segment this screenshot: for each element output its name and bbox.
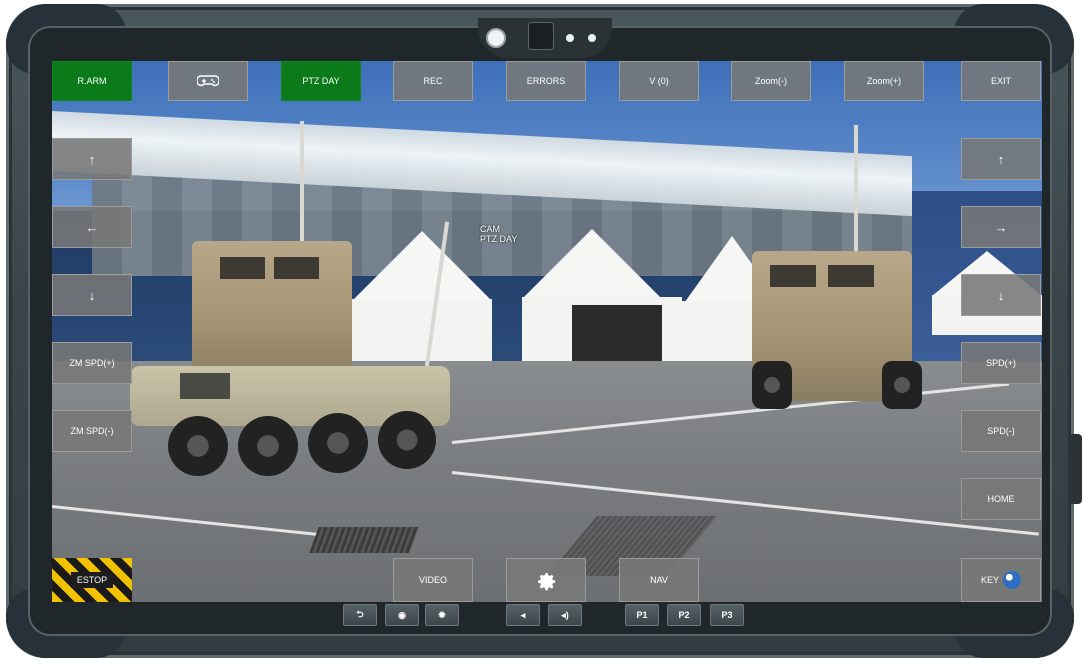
- back-icon: ⮌: [356, 609, 364, 619]
- gamepad-icon: [197, 75, 219, 87]
- camera-housing: [478, 18, 612, 58]
- home-label: HOME: [987, 494, 1015, 504]
- spd-plus-button[interactable]: SPD(+): [961, 342, 1041, 384]
- p3-label: P3: [721, 610, 733, 620]
- bezel-back-button[interactable]: ⮌: [343, 604, 377, 626]
- spd-minus-button[interactable]: SPD(-): [961, 410, 1041, 452]
- led-icon: [588, 34, 596, 42]
- spd-minus-label: SPD(-): [987, 426, 1015, 436]
- bezel-p2-button[interactable]: P2: [667, 604, 701, 626]
- p1-label: P1: [636, 610, 648, 620]
- vehicle-window: [274, 257, 319, 279]
- robot-panel: [180, 373, 230, 399]
- right-up-button[interactable]: ↑: [961, 138, 1041, 180]
- camera-overlay-label: CAM PTZ DAY: [480, 224, 517, 244]
- v-label: V (0): [649, 76, 669, 86]
- exit-button[interactable]: EXIT: [961, 61, 1041, 101]
- camera-lens-icon: [486, 28, 506, 48]
- p2-label: P2: [678, 610, 690, 620]
- v-button[interactable]: V (0): [619, 61, 699, 101]
- led-icon: [566, 34, 574, 42]
- up-arrow-icon: ↑: [997, 151, 1005, 167]
- armored-vehicle: [192, 241, 352, 381]
- bezel-volume-down-button[interactable]: ◂: [506, 604, 540, 626]
- left-up-button[interactable]: ↑: [52, 138, 132, 180]
- brightness-icon: ✹: [438, 609, 446, 620]
- zoom-minus-label: Zoom(-): [755, 76, 787, 86]
- antenna: [854, 125, 858, 255]
- r-arm-button[interactable]: R.ARM: [52, 61, 132, 101]
- gamepad-button[interactable]: [168, 61, 248, 101]
- bezel-p3-button[interactable]: P3: [710, 604, 744, 626]
- down-arrow-icon: ↓: [997, 287, 1005, 303]
- bezel-brightness-button[interactable]: ✹: [425, 604, 459, 626]
- right-right-button[interactable]: →: [961, 206, 1041, 248]
- exit-label: EXIT: [990, 76, 1011, 86]
- camera-overlay-line2: PTZ DAY: [480, 234, 518, 244]
- estop-label: ESTOP: [70, 572, 114, 588]
- feed-tent: [352, 231, 492, 301]
- camera-feed: CAM PTZ DAY: [52, 61, 1042, 602]
- camera-sensor-icon: [528, 22, 554, 50]
- nav-label: NAV: [650, 575, 668, 585]
- r-arm-label: R.ARM: [77, 76, 107, 86]
- ptz-day-label: PTZ DAY: [302, 76, 340, 86]
- nav-button[interactable]: NAV: [619, 558, 699, 602]
- vehicle-wheel: [882, 361, 922, 409]
- vehicle-window: [220, 257, 265, 279]
- home-button[interactable]: HOME: [961, 478, 1041, 520]
- rec-button[interactable]: REC: [393, 61, 473, 101]
- right-down-button[interactable]: ↓: [961, 274, 1041, 316]
- vehicle-window: [828, 265, 874, 287]
- bezel-record-button[interactable]: ◉: [385, 604, 419, 626]
- antenna: [300, 121, 304, 251]
- key-logo-icon: [1003, 571, 1021, 589]
- down-arrow-icon: ↓: [88, 287, 96, 303]
- robot-wheel: [308, 413, 368, 473]
- side-port: [1068, 434, 1082, 504]
- zm-spd-plus-button[interactable]: ZM SPD(+): [52, 342, 132, 384]
- left-down-button[interactable]: ↓: [52, 274, 132, 316]
- ptz-day-button[interactable]: PTZ DAY: [281, 61, 361, 101]
- estop-button[interactable]: ESTOP: [52, 558, 132, 602]
- video-button[interactable]: VIDEO: [393, 558, 473, 602]
- up-arrow-icon: ↑: [88, 151, 96, 167]
- robot-wheel: [238, 416, 298, 476]
- errors-label: ERRORS: [526, 76, 566, 86]
- key-label: KEY: [980, 575, 999, 585]
- bezel-volume-up-button[interactable]: ◂): [548, 604, 582, 626]
- vehicle-wheel: [752, 361, 792, 409]
- video-label: VIDEO: [418, 575, 447, 585]
- record-icon: ◉: [398, 609, 406, 620]
- camera-overlay-line1: CAM: [480, 224, 500, 234]
- errors-button[interactable]: ERRORS: [506, 61, 586, 101]
- zoom-plus-button[interactable]: Zoom(+): [844, 61, 924, 101]
- left-left-button[interactable]: ←: [52, 206, 132, 248]
- robot-wheel: [378, 411, 436, 469]
- vehicle-window: [770, 265, 816, 287]
- robot-wheel: [168, 416, 228, 476]
- zm-spd-minus-button[interactable]: ZM SPD(-): [52, 410, 132, 452]
- rec-label: REC: [423, 76, 443, 86]
- zoom-plus-label: Zoom(+): [866, 76, 902, 86]
- left-arrow-icon: ←: [85, 219, 99, 235]
- volume-up-icon: ◂): [561, 609, 569, 620]
- feed-tent: [522, 229, 662, 299]
- right-arrow-icon: →: [994, 219, 1008, 235]
- zm-spd-plus-label: ZM SPD(+): [69, 358, 115, 368]
- bezel-p1-button[interactable]: P1: [625, 604, 659, 626]
- volume-down-icon: ◂: [520, 609, 526, 620]
- drain-grate: [309, 527, 419, 553]
- spd-plus-label: SPD(+): [986, 358, 1016, 368]
- gear-icon: [538, 573, 556, 591]
- settings-button[interactable]: [506, 558, 586, 602]
- zm-spd-minus-label: ZM SPD(-): [70, 426, 114, 436]
- key-button[interactable]: KEY: [961, 558, 1041, 602]
- zoom-minus-button[interactable]: Zoom(-): [731, 61, 811, 101]
